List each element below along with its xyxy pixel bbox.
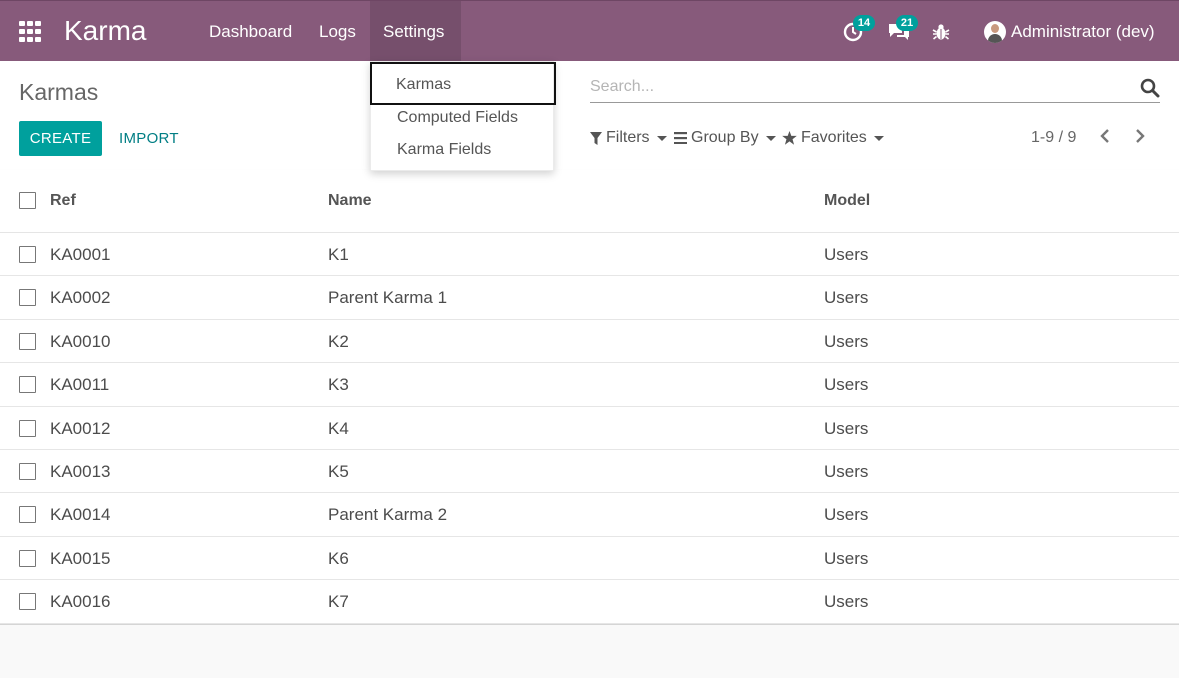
filter-icon bbox=[590, 131, 602, 145]
cell-name: Parent Karma 1 bbox=[328, 288, 448, 308]
table-row[interactable]: KA0010 K2 Users bbox=[0, 319, 1179, 364]
avatar bbox=[984, 21, 1006, 43]
cell-ref: KA0011 bbox=[50, 375, 110, 395]
user-name: Administrator (dev) bbox=[1011, 22, 1155, 41]
cell-name: Parent Karma 2 bbox=[328, 505, 448, 525]
cell-name: K2 bbox=[328, 331, 349, 351]
settings-dropdown-menu: Karmas Computed Fields Karma Fields bbox=[370, 61, 556, 171]
breadcrumb: Karmas bbox=[19, 79, 99, 105]
grid-icon[interactable] bbox=[19, 21, 42, 42]
create-button[interactable]: CREATE bbox=[19, 121, 102, 156]
menu-settings[interactable]: Settings bbox=[370, 1, 461, 61]
row-checkbox[interactable] bbox=[19, 376, 36, 394]
control-panel: Karmas CREATE IMPORT Filters Group By Fa… bbox=[0, 61, 1179, 171]
column-header-model[interactable]: Model bbox=[824, 192, 870, 210]
cell-model: Users bbox=[824, 461, 869, 481]
select-all-checkbox[interactable] bbox=[19, 192, 36, 209]
app-brand[interactable]: Karma bbox=[64, 15, 146, 47]
row-checkbox[interactable] bbox=[19, 332, 36, 350]
caret-down-icon bbox=[656, 135, 667, 141]
cell-model: Users bbox=[824, 245, 869, 264]
filters-dropdown[interactable]: Filters bbox=[590, 129, 667, 147]
cell-model: Users bbox=[824, 418, 869, 438]
cell-ref: KA0010 bbox=[50, 331, 111, 351]
cell-model: Users bbox=[824, 375, 869, 395]
favorites-dropdown[interactable]: Favorites bbox=[782, 129, 884, 147]
column-header-name[interactable]: Name bbox=[328, 192, 372, 210]
chevron-right-icon bbox=[1136, 129, 1145, 143]
pager-value[interactable]: 1-9 / 9 bbox=[1031, 129, 1076, 147]
row-checkbox[interactable] bbox=[19, 289, 36, 307]
pager-previous-button[interactable] bbox=[1097, 127, 1117, 147]
cell-model: Users bbox=[824, 331, 869, 351]
cell-ref: KA0016 bbox=[50, 592, 111, 612]
table-row[interactable]: KA0002 Parent Karma 1 Users bbox=[0, 276, 1179, 320]
cell-model: Users bbox=[824, 592, 869, 612]
table-row[interactable]: KA0014 Parent Karma 2 Users bbox=[0, 493, 1179, 537]
user-menu[interactable]: Administrator (dev) bbox=[984, 20, 1155, 44]
top-navbar: Karma Dashboard Logs Settings 14 21 Admi… bbox=[0, 0, 1179, 61]
karma-list-table: Ref Name Model KA0001 K1 Users KA0002 Parent… bbox=[0, 170, 1179, 625]
pager-next-button[interactable] bbox=[1131, 127, 1151, 147]
cell-model: Users bbox=[824, 548, 869, 568]
table-divider bbox=[0, 623, 1179, 625]
cell-ref: KA0013 bbox=[50, 461, 111, 481]
table-row[interactable]: KA0013 K5 Users bbox=[0, 449, 1179, 494]
caret-down-icon bbox=[873, 135, 884, 141]
row-checkbox[interactable] bbox=[19, 593, 36, 611]
menu-logs[interactable]: Logs bbox=[306, 1, 369, 61]
messages-icon[interactable]: 21 bbox=[887, 15, 918, 42]
row-checkbox[interactable] bbox=[19, 506, 36, 524]
menu-item-karma-fields[interactable]: Karma Fields bbox=[371, 134, 553, 166]
cell-ref: KA0001 bbox=[50, 245, 111, 264]
menu-item-computed-fields[interactable]: Computed Fields bbox=[371, 102, 553, 134]
star-icon bbox=[782, 131, 797, 145]
list-icon bbox=[674, 132, 687, 144]
menu-item-karmas[interactable]: Karmas bbox=[370, 62, 556, 105]
cell-ref: KA0015 bbox=[50, 548, 111, 568]
cell-name: K3 bbox=[328, 375, 349, 395]
cell-ref: KA0012 bbox=[50, 418, 111, 438]
activity-count-badge: 14 bbox=[853, 15, 875, 31]
table-body: KA0001 K1 Users KA0002 Parent Karma 1 Users KA… bbox=[0, 233, 1179, 624]
row-checkbox[interactable] bbox=[19, 419, 36, 437]
menu-dashboard[interactable]: Dashboard bbox=[196, 1, 305, 61]
search-input[interactable] bbox=[590, 75, 1120, 99]
search-bar bbox=[590, 75, 1160, 103]
chevron-left-icon bbox=[1100, 129, 1109, 143]
table-row[interactable]: KA0001 K1 Users bbox=[0, 233, 1179, 277]
cell-model: Users bbox=[824, 505, 869, 525]
cell-name: K6 bbox=[328, 548, 349, 568]
activity-clock-icon[interactable]: 14 bbox=[843, 15, 875, 42]
cell-name: K5 bbox=[328, 461, 349, 481]
import-button[interactable]: IMPORT bbox=[119, 121, 179, 156]
row-checkbox[interactable] bbox=[19, 549, 36, 567]
cell-model: Users bbox=[824, 288, 869, 308]
cell-name: K7 bbox=[328, 592, 349, 612]
group-by-dropdown[interactable]: Group By bbox=[674, 129, 776, 147]
caret-down-icon bbox=[765, 135, 776, 141]
cell-name: K4 bbox=[328, 418, 349, 438]
table-header: Ref Name Model bbox=[0, 170, 1179, 233]
group-by-label: Group By bbox=[691, 129, 759, 146]
messages-count-badge: 21 bbox=[896, 15, 918, 31]
table-row[interactable]: KA0011 K3 Users bbox=[0, 363, 1179, 407]
table-row[interactable]: KA0012 K4 Users bbox=[0, 406, 1179, 450]
cell-ref: KA0002 bbox=[50, 288, 111, 308]
column-header-ref[interactable]: Ref bbox=[50, 192, 76, 210]
table-row[interactable]: KA0015 K6 Users bbox=[0, 536, 1179, 581]
favorites-label: Favorites bbox=[801, 129, 867, 146]
row-checkbox[interactable] bbox=[19, 462, 36, 480]
filters-label: Filters bbox=[606, 129, 650, 146]
search-icon[interactable] bbox=[1140, 78, 1160, 98]
row-checkbox[interactable] bbox=[19, 246, 36, 263]
cell-ref: KA0014 bbox=[50, 505, 111, 525]
bug-icon[interactable] bbox=[932, 23, 954, 45]
cell-name: K1 bbox=[328, 245, 349, 264]
table-row[interactable]: KA0016 K7 Users bbox=[0, 580, 1179, 624]
